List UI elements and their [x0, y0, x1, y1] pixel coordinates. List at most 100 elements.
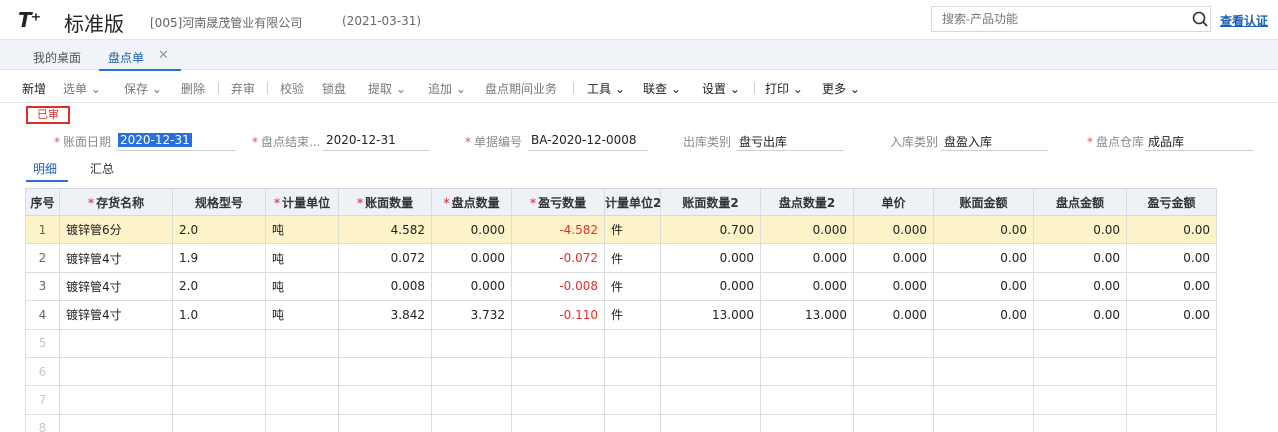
table-row[interactable]: 4 镀锌管4寸 1.0 吨 3.842 3.732 -0.110 件 13.00… [25, 300, 1217, 330]
cell-diff-qty[interactable]: -0.110 [511, 300, 605, 330]
cell-spec[interactable]: 1.0 [172, 300, 266, 330]
print-menu[interactable]: 打印 ⌄ [765, 80, 803, 97]
cell-spec[interactable]: 2.0 [172, 214, 266, 245]
tab-detail[interactable]: 明细 [33, 160, 57, 177]
cell-price[interactable]: 0.000 [853, 300, 934, 330]
tab-stocktake[interactable]: 盘点单 [108, 49, 144, 66]
cell-book-qty2[interactable]: 0.700 [660, 214, 761, 245]
search-box[interactable] [931, 6, 1211, 32]
cell-diff-qty[interactable]: -0.008 [511, 271, 605, 302]
cell-count-qty2[interactable]: 0.000 [760, 243, 854, 273]
cell-diff-qty[interactable]: -0.072 [511, 243, 605, 273]
cell-unit[interactable]: 吨 [265, 271, 339, 302]
append-button[interactable]: 追加 ⌄ [428, 80, 466, 97]
col-header-unit[interactable]: * 计量单位 [265, 188, 339, 216]
new-button[interactable]: 新增 [22, 80, 46, 97]
settings-menu[interactable]: 设置 ⌄ [702, 80, 740, 97]
unaudit-button[interactable]: 弃审 [231, 80, 255, 97]
search-icon[interactable] [1190, 9, 1212, 31]
cell-unit[interactable]: 吨 [265, 214, 339, 245]
cell-spec[interactable]: 2.0 [172, 271, 266, 302]
tab-summary[interactable]: 汇总 [90, 160, 114, 177]
col-header-price[interactable]: 单价 [853, 188, 934, 216]
cell-book-qty2[interactable]: 0.000 [660, 243, 761, 273]
cell-book-qty2[interactable]: 0.000 [660, 271, 761, 302]
col-header-diff-amt[interactable]: 盈亏金额 [1126, 188, 1217, 216]
outbound-type-field[interactable]: 盘亏出库 [739, 133, 787, 150]
col-header-book-qty2[interactable]: 账面数量2 [660, 188, 761, 216]
empty-table-row[interactable]: 5 [25, 328, 1217, 358]
empty-table-row[interactable]: 7 [25, 385, 1217, 415]
cell-count-qty[interactable]: 3.732 [431, 300, 512, 330]
tools-menu[interactable]: 工具 ⌄ [587, 80, 625, 97]
cell-count-amt[interactable]: 0.00 [1033, 243, 1127, 273]
col-header-count-qty2[interactable]: 盘点数量2 [760, 188, 854, 216]
cell-book-amt[interactable]: 0.00 [933, 243, 1034, 273]
cell-count-amt[interactable]: 0.00 [1033, 271, 1127, 302]
cell-name[interactable]: 镀锌管4寸 [59, 243, 173, 273]
book-date-field[interactable]: 2020-12-31 [118, 133, 192, 147]
cell-name[interactable]: 镀锌管6分 [59, 214, 173, 245]
cell-name[interactable]: 镀锌管4寸 [59, 271, 173, 302]
query-menu[interactable]: 联查 ⌄ [643, 80, 681, 97]
select-doc-button[interactable]: 选单 ⌄ [63, 80, 101, 97]
cell-book-qty[interactable]: 3.842 [338, 300, 432, 330]
end-date-field[interactable]: 2020-12-31 [326, 133, 396, 147]
close-tab-icon[interactable]: ✕ [158, 48, 169, 63]
cell-unit2[interactable]: 件 [604, 214, 661, 245]
col-header-unit2[interactable]: 计量单位2 [604, 188, 661, 216]
cell-book-qty2[interactable]: 13.000 [660, 300, 761, 330]
cell-count-qty[interactable]: 0.000 [431, 243, 512, 273]
cell-diff-qty[interactable]: -4.582 [511, 214, 605, 245]
cell-diff-amt[interactable]: 0.00 [1126, 214, 1217, 245]
col-header-seq[interactable]: 序号 [25, 188, 60, 216]
col-header-book-qty[interactable]: * 账面数量 [338, 188, 432, 216]
warehouse-field[interactable]: 成品库 [1148, 133, 1184, 150]
view-certification-link[interactable]: 查看认证 [1220, 12, 1268, 29]
col-header-diff-qty[interactable]: * 盈亏数量 [511, 188, 605, 216]
verify-button[interactable]: 校验 [280, 80, 304, 97]
cell-price[interactable]: 0.000 [853, 271, 934, 302]
search-input[interactable] [932, 7, 1172, 31]
period-business-button[interactable]: 盘点期间业务 [485, 80, 557, 97]
col-header-spec[interactable]: 规格型号 [172, 188, 266, 216]
cell-book-amt[interactable]: 0.00 [933, 214, 1034, 245]
cell-book-qty[interactable]: 0.072 [338, 243, 432, 273]
cell-unit2[interactable]: 件 [604, 243, 661, 273]
cell-book-qty[interactable]: 4.582 [338, 214, 432, 245]
col-header-count-qty[interactable]: * 盘点数量 [431, 188, 512, 216]
delete-button[interactable]: 删除 [181, 80, 205, 97]
cell-spec[interactable]: 1.9 [172, 243, 266, 273]
table-row[interactable]: 1 镀锌管6分 2.0 吨 4.582 0.000 -4.582 件 0.700… [25, 214, 1217, 245]
cell-book-amt[interactable]: 0.00 [933, 271, 1034, 302]
col-header-name[interactable]: * 存货名称 [59, 188, 173, 216]
cell-price[interactable]: 0.000 [853, 243, 934, 273]
tab-my-desktop[interactable]: 我的桌面 [33, 49, 81, 66]
cell-unit[interactable]: 吨 [265, 243, 339, 273]
cell-count-amt[interactable]: 0.00 [1033, 300, 1127, 330]
cell-diff-amt[interactable]: 0.00 [1126, 243, 1217, 273]
lock-stock-button[interactable]: 锁盘 [322, 80, 346, 97]
doc-number-field[interactable]: BA-2020-12-0008 [531, 133, 637, 147]
cell-count-qty[interactable]: 0.000 [431, 214, 512, 245]
cell-count-qty2[interactable]: 0.000 [760, 271, 854, 302]
cell-price[interactable]: 0.000 [853, 214, 934, 245]
table-row[interactable]: 3 镀锌管4寸 2.0 吨 0.008 0.000 -0.008 件 0.000… [25, 271, 1217, 302]
cell-count-qty2[interactable]: 13.000 [760, 300, 854, 330]
empty-table-row[interactable]: 6 [25, 356, 1217, 387]
cell-unit2[interactable]: 件 [604, 300, 661, 330]
cell-diff-amt[interactable]: 0.00 [1126, 300, 1217, 330]
table-row[interactable]: 2 镀锌管4寸 1.9 吨 0.072 0.000 -0.072 件 0.000… [25, 243, 1217, 273]
cell-book-qty[interactable]: 0.008 [338, 271, 432, 302]
cell-diff-amt[interactable]: 0.00 [1126, 271, 1217, 302]
empty-table-row[interactable]: 8 [25, 413, 1217, 432]
more-menu[interactable]: 更多 ⌄ [822, 80, 860, 97]
cell-name[interactable]: 镀锌管4寸 [59, 300, 173, 330]
cell-count-qty[interactable]: 0.000 [431, 271, 512, 302]
col-header-count-amt[interactable]: 盘点金额 [1033, 188, 1127, 216]
cell-count-amt[interactable]: 0.00 [1033, 214, 1127, 245]
save-button[interactable]: 保存 ⌄ [124, 80, 162, 97]
cell-unit2[interactable]: 件 [604, 271, 661, 302]
cell-unit[interactable]: 吨 [265, 300, 339, 330]
cell-book-amt[interactable]: 0.00 [933, 300, 1034, 330]
